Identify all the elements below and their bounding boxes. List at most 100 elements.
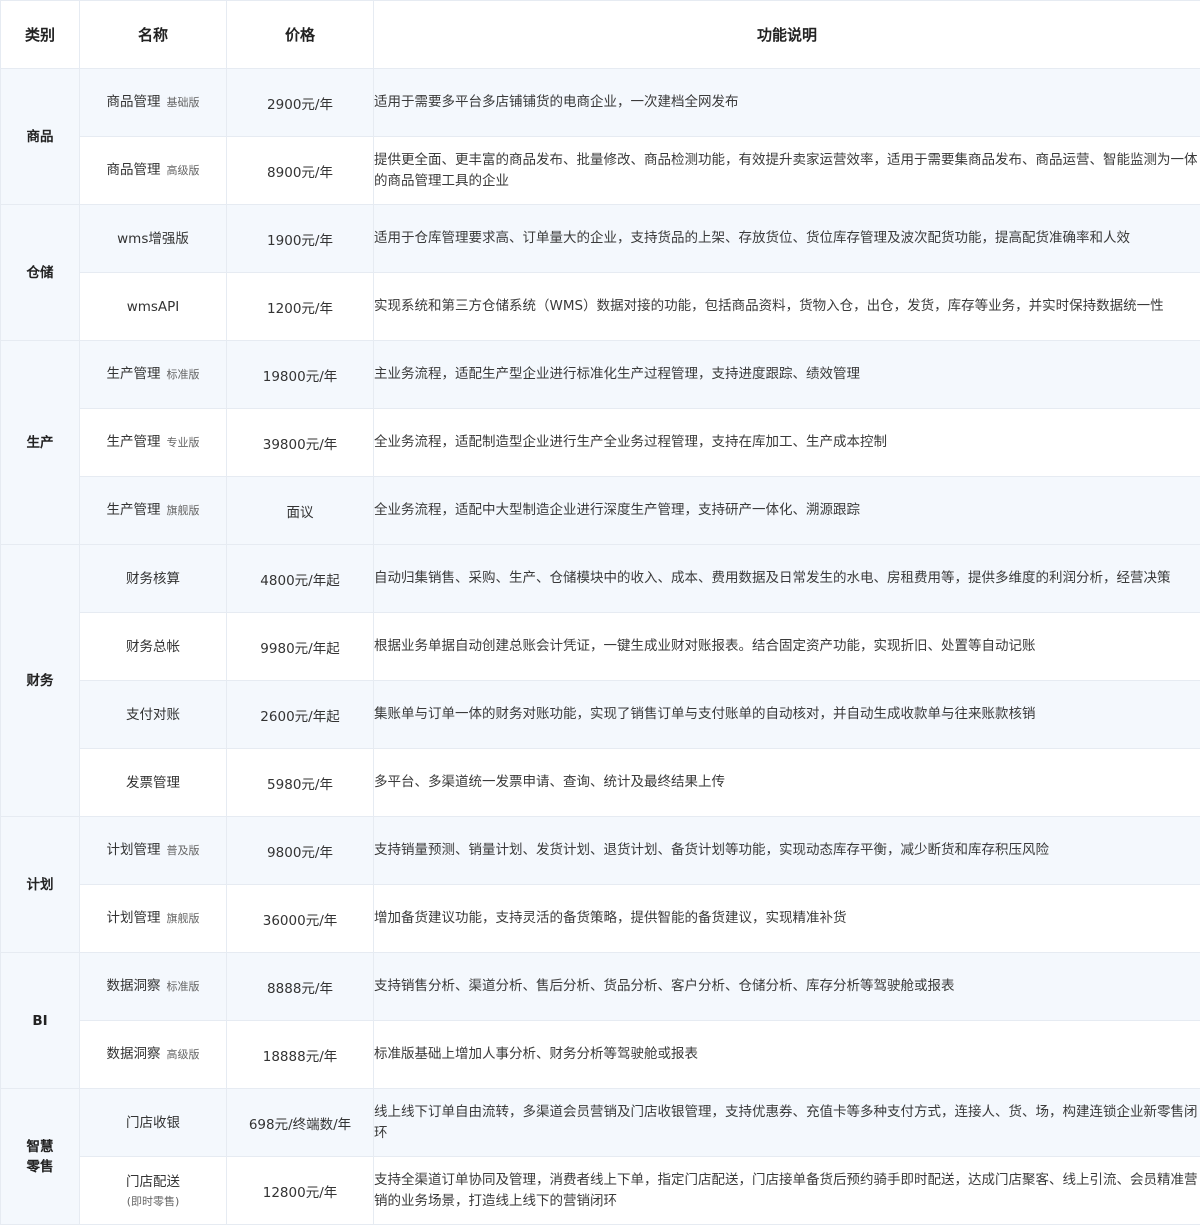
price-cell: 9800元/年 <box>227 817 374 885</box>
edition-label: 旗舰版 <box>167 912 200 925</box>
description-cell: 适用于仓库管理要求高、订单量大的企业，支持货品的上架、存放货位、货位库存管理及波… <box>374 205 1200 273</box>
price-cell: 4800元/年起 <box>227 545 374 613</box>
product-name: 商品管理 <box>107 162 161 178</box>
header-price: 价格 <box>227 1 374 69</box>
product-name: 发票管理 <box>126 775 180 791</box>
description-cell: 适用于需要多平台多店铺铺货的电商企业，一次建档全网发布 <box>374 69 1200 137</box>
product-note: (即时零售) <box>80 1194 226 1210</box>
description-cell: 集账单与订单一体的财务对账功能，实现了销售订单与支付账单的自动核对，并自动生成收… <box>374 681 1200 749</box>
price-cell: 2600元/年起 <box>227 681 374 749</box>
product-name-cell: 生产管理标准版 <box>80 341 227 409</box>
table-row: 仓储wms增强版1900元/年适用于仓库管理要求高、订单量大的企业，支持货品的上… <box>1 205 1200 273</box>
product-name: 计划管理 <box>107 842 161 858</box>
category-cell: 商品 <box>1 69 80 205</box>
product-name-cell: 生产管理旗舰版 <box>80 477 227 545</box>
product-name-cell: 发票管理 <box>80 749 227 817</box>
description-cell: 提供更全面、更丰富的商品发布、批量修改、商品检测功能，有效提升卖家运营效率，适用… <box>374 137 1200 205</box>
header-row: 类别 名称 价格 功能说明 <box>1 1 1200 69</box>
table-body: 商品商品管理基础版2900元/年适用于需要多平台多店铺铺货的电商企业，一次建档全… <box>1 69 1200 1225</box>
category-label-line: 智慧 <box>1 1137 79 1157</box>
category-cell: 仓储 <box>1 205 80 341</box>
product-name: 财务总帐 <box>126 639 180 655</box>
price-cell: 9980元/年起 <box>227 613 374 681</box>
table-row: 数据洞察高级版18888元/年标准版基础上增加人事分析、财务分析等驾驶舱或报表 <box>1 1021 1200 1089</box>
product-name: 生产管理 <box>107 502 161 518</box>
description-cell: 主业务流程，适配生产型企业进行标准化生产过程管理，支持进度跟踪、绩效管理 <box>374 341 1200 409</box>
description-cell: 多平台、多渠道统一发票申请、查询、统计及最终结果上传 <box>374 749 1200 817</box>
description-cell: 支持全渠道订单协同及管理，消费者线上下单，指定门店配送，门店接单备货后预约骑手即… <box>374 1157 1200 1225</box>
product-name: wms增强版 <box>117 231 189 247</box>
table-row: 计划管理旗舰版36000元/年增加备货建议功能，支持灵活的备货策略，提供智能的备… <box>1 885 1200 953</box>
product-name: 生产管理 <box>107 366 161 382</box>
edition-label: 高级版 <box>167 1048 200 1061</box>
edition-label: 标准版 <box>167 368 200 381</box>
table-row: wmsAPI1200元/年实现系统和第三方仓储系统（WMS）数据对接的功能，包括… <box>1 273 1200 341</box>
pricing-table: 类别 名称 价格 功能说明 商品商品管理基础版2900元/年适用于需要多平台多店… <box>0 0 1200 1225</box>
price-cell: 698元/终端数/年 <box>227 1089 374 1157</box>
price-cell: 8900元/年 <box>227 137 374 205</box>
description-cell: 支持销量预测、销量计划、发货计划、退货计划、备货计划等功能，实现动态库存平衡，减… <box>374 817 1200 885</box>
product-name: 生产管理 <box>107 434 161 450</box>
product-name: 财务核算 <box>126 571 180 587</box>
product-name: 门店收银 <box>126 1115 180 1131</box>
description-cell: 自动归集销售、采购、生产、仓储模块中的收入、成本、费用数据及日常发生的水电、房租… <box>374 545 1200 613</box>
price-cell: 12800元/年 <box>227 1157 374 1225</box>
category-cell: BI <box>1 953 80 1089</box>
table-row: 智慧零售门店收银698元/终端数/年线上线下订单自由流转，多渠道会员营销及门店收… <box>1 1089 1200 1157</box>
description-cell: 全业务流程，适配中大型制造企业进行深度生产管理，支持研产一体化、溯源跟踪 <box>374 477 1200 545</box>
price-cell: 39800元/年 <box>227 409 374 477</box>
table-row: 财务财务核算4800元/年起自动归集销售、采购、生产、仓储模块中的收入、成本、费… <box>1 545 1200 613</box>
table-row: 商品商品管理基础版2900元/年适用于需要多平台多店铺铺货的电商企业，一次建档全… <box>1 69 1200 137</box>
table-row: 商品管理高级版 8900元/年提供更全面、更丰富的商品发布、批量修改、商品检测功能… <box>1 137 1200 205</box>
table-header: 类别 名称 价格 功能说明 <box>1 1 1200 69</box>
product-name-cell: 计划管理普及版 <box>80 817 227 885</box>
table-row: 计划计划管理普及版9800元/年支持销量预测、销量计划、发货计划、退货计划、备货… <box>1 817 1200 885</box>
description-cell: 全业务流程，适配制造型企业进行生产全业务过程管理，支持在库加工、生产成本控制 <box>374 409 1200 477</box>
price-cell: 36000元/年 <box>227 885 374 953</box>
header-category: 类别 <box>1 1 80 69</box>
product-name-cell: 数据洞察标准版 <box>80 953 227 1021</box>
price-cell: 1900元/年 <box>227 205 374 273</box>
category-cell: 生产 <box>1 341 80 545</box>
description-cell: 实现系统和第三方仓储系统（WMS）数据对接的功能，包括商品资料，货物入仓，出仓，… <box>374 273 1200 341</box>
edition-label: 普及版 <box>167 844 200 857</box>
price-cell: 2900元/年 <box>227 69 374 137</box>
product-name-cell: 财务总帐 <box>80 613 227 681</box>
edition-label: 高级版 <box>167 164 200 177</box>
edition-label: 专业版 <box>167 436 200 449</box>
price-cell: 5980元/年 <box>227 749 374 817</box>
product-name-cell: 商品管理基础版 <box>80 69 227 137</box>
price-cell: 面议 <box>227 477 374 545</box>
edition-label: 基础版 <box>167 96 200 109</box>
product-name-cell: wmsAPI <box>80 273 227 341</box>
table-row: 支付对账 2600元/年起集账单与订单一体的财务对账功能，实现了销售订单与支付账单… <box>1 681 1200 749</box>
price-cell: 18888元/年 <box>227 1021 374 1089</box>
description-cell: 增加备货建议功能，支持灵活的备货策略，提供智能的备货建议，实现精准补货 <box>374 885 1200 953</box>
product-name: wmsAPI <box>127 299 180 315</box>
table-row: 生产管理旗舰版面议全业务流程，适配中大型制造企业进行深度生产管理，支持研产一体化… <box>1 477 1200 545</box>
price-cell: 8888元/年 <box>227 953 374 1021</box>
description-cell: 线上线下订单自由流转，多渠道会员营销及门店收银管理，支持优惠券、充值卡等多种支付… <box>374 1089 1200 1157</box>
edition-label: 标准版 <box>167 980 200 993</box>
category-cell: 财务 <box>1 545 80 817</box>
price-cell: 19800元/年 <box>227 341 374 409</box>
product-name-cell: 门店配送 (即时零售) <box>80 1157 227 1225</box>
edition-label: 旗舰版 <box>167 504 200 517</box>
product-name: 数据洞察 <box>107 978 161 994</box>
description-cell: 根据业务单据自动创建总账会计凭证，一键生成业财对账报表。结合固定资产功能，实现折… <box>374 613 1200 681</box>
product-name-cell: 数据洞察高级版 <box>80 1021 227 1089</box>
product-name-cell: 财务核算 <box>80 545 227 613</box>
product-name: 门店配送 <box>126 1174 180 1190</box>
product-name-cell: 计划管理旗舰版 <box>80 885 227 953</box>
product-name: 支付对账 <box>126 707 180 723</box>
product-name: 计划管理 <box>107 910 161 926</box>
description-cell: 标准版基础上增加人事分析、财务分析等驾驶舱或报表 <box>374 1021 1200 1089</box>
header-description: 功能说明 <box>374 1 1200 69</box>
product-name-cell: 生产管理专业版 <box>80 409 227 477</box>
description-cell: 支持销售分析、渠道分析、售后分析、货品分析、客户分析、仓储分析、库存分析等驾驶舱… <box>374 953 1200 1021</box>
product-name-cell: 门店收银 <box>80 1089 227 1157</box>
category-cell: 智慧零售 <box>1 1089 80 1225</box>
table-row: 门店配送 (即时零售)12800元/年支持全渠道订单协同及管理，消费者线上下单，指… <box>1 1157 1200 1225</box>
table-row: 财务总帐 9980元/年起根据业务单据自动创建总账会计凭证，一键生成业财对账报表。… <box>1 613 1200 681</box>
table-row: 生产生产管理标准版19800元/年主业务流程，适配生产型企业进行标准化生产过程管… <box>1 341 1200 409</box>
